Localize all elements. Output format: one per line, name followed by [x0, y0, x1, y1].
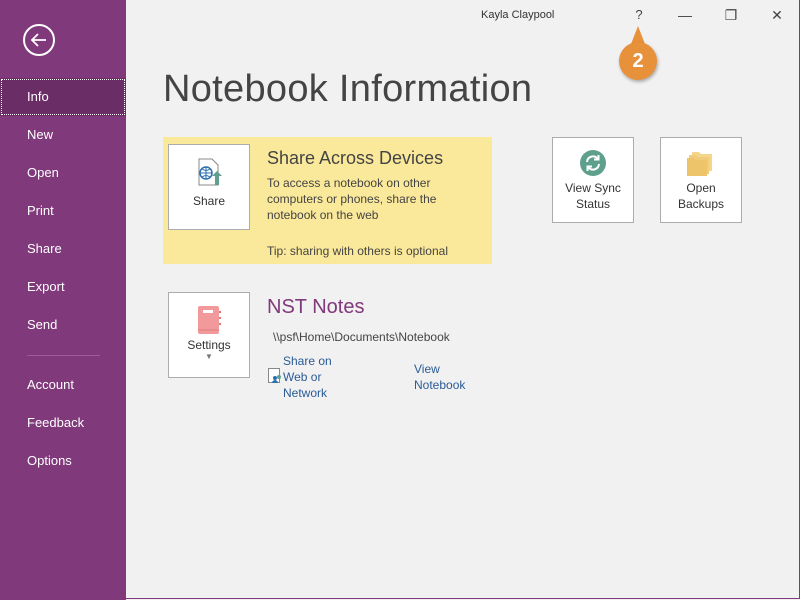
notebook-path: \\psf\Home\Documents\Notebook — [273, 330, 450, 344]
minimize-button[interactable]: — — [670, 4, 700, 26]
page-title: Notebook Information — [163, 68, 533, 110]
sidebar-item-send[interactable]: Send — [0, 306, 126, 344]
step-callout-badge: 2 — [619, 42, 657, 80]
sidebar-item-export[interactable]: Export — [0, 268, 126, 306]
close-button[interactable]: ✕ — [762, 4, 792, 26]
view-sync-status-button[interactable]: View Sync Status — [552, 137, 634, 223]
settings-button[interactable]: Settings ▼ — [168, 292, 250, 378]
sync-label-line2: Status — [575, 197, 611, 211]
share-network-icon — [268, 368, 281, 383]
view-notebook-link[interactable]: View Notebook — [414, 361, 465, 393]
dropdown-arrow-icon: ▼ — [205, 352, 213, 361]
sidebar-item-new[interactable]: New — [0, 116, 126, 154]
folder-icon — [687, 152, 712, 176]
sidebar-divider — [27, 355, 100, 356]
help-button[interactable]: ? — [624, 4, 654, 26]
share-panel-title: Share Across Devices — [267, 148, 444, 168]
notebook-name: NST Notes — [267, 296, 365, 318]
share-button[interactable]: Share — [168, 144, 250, 230]
backups-label-line2: Backups — [677, 197, 725, 211]
sync-label: View Sync Status — [553, 180, 633, 212]
sidebar-item-info[interactable]: Info — [0, 78, 126, 116]
view-link-line2: Notebook — [414, 378, 466, 392]
share-globe-icon — [198, 158, 222, 186]
sync-icon — [580, 150, 606, 176]
share-link-line3: Network — [283, 386, 328, 400]
share-link-line1: Share on — [283, 354, 332, 368]
sidebar-item-open[interactable]: Open — [0, 154, 126, 192]
backups-label-line1: Open — [686, 181, 716, 195]
sidebar-item-print[interactable]: Print — [0, 192, 126, 230]
notebook-icon — [198, 306, 221, 334]
share-link-line2: Web or — [283, 370, 322, 384]
restore-button[interactable]: ❐ — [716, 4, 746, 26]
open-backups-button[interactable]: Open Backups — [660, 137, 742, 223]
back-arrow-icon — [30, 33, 46, 47]
settings-label: Settings — [187, 338, 231, 352]
backups-label: Open Backups — [661, 180, 741, 212]
sidebar-item-feedback[interactable]: Feedback — [0, 404, 126, 442]
back-button[interactable] — [23, 24, 55, 56]
share-on-web-link[interactable]: Share on Web or Network — [283, 353, 332, 401]
backstage-sidebar: Info New Open Print Share Export Send Ac… — [0, 0, 126, 600]
view-link-line1: View — [414, 362, 440, 376]
sidebar-item-share[interactable]: Share — [0, 230, 126, 268]
sidebar-item-options[interactable]: Options — [0, 442, 126, 480]
share-panel-tip: Tip: sharing with others is optional — [267, 244, 448, 258]
user-name[interactable]: Kayla Claypool — [481, 9, 554, 21]
sync-label-line1: View Sync — [565, 181, 621, 195]
sidebar-item-account[interactable]: Account — [0, 366, 126, 404]
share-button-label: Share — [192, 194, 226, 208]
share-panel-description: To access a notebook on other computers … — [267, 176, 437, 222]
